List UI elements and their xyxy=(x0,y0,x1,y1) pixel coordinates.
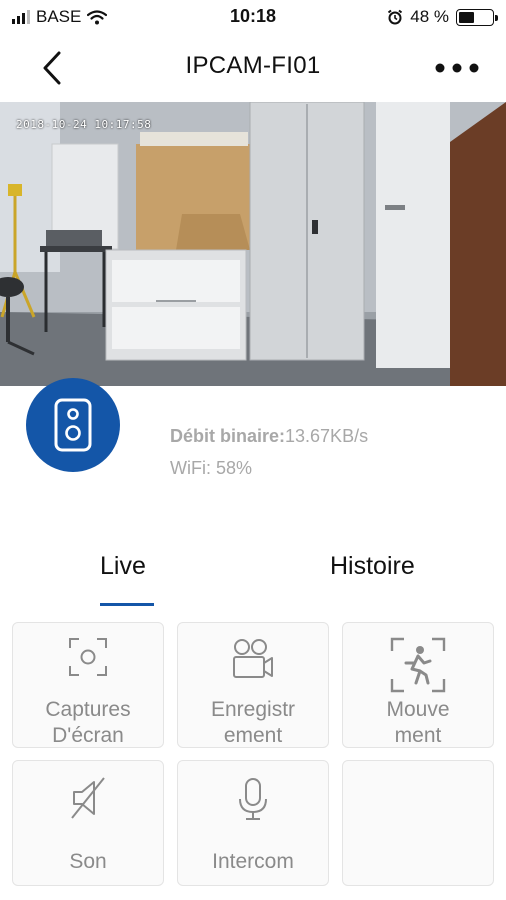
camera-timestamp: 2018-10-24 10:17:58 xyxy=(16,118,152,131)
motion-label: Mouve ment xyxy=(347,697,489,747)
screenshot-icon xyxy=(69,638,107,676)
microphone-icon xyxy=(239,778,267,820)
intercom-label: Intercom xyxy=(212,850,294,873)
record-video-icon xyxy=(233,639,273,678)
device-avatar xyxy=(26,378,120,472)
connection-stats: Débit binaire:13.67KB/s WiFi: 58% xyxy=(170,420,368,484)
record-label-line2: ement xyxy=(223,724,283,747)
active-tab-indicator xyxy=(100,603,154,606)
wifi-row: WiFi: 58% xyxy=(170,452,368,484)
camera-scene-image xyxy=(0,102,506,386)
screenshot-button[interactable]: Captures D'écran xyxy=(12,622,164,748)
tab-history[interactable]: Histoire xyxy=(330,552,415,581)
battery-level xyxy=(459,11,475,23)
status-bar: BASE 10:18 48 % xyxy=(0,0,506,34)
empty-tile xyxy=(342,760,494,886)
more-dots-icon xyxy=(435,63,479,73)
camera-device-icon xyxy=(54,398,92,452)
battery-percent: 48 % xyxy=(410,7,449,26)
intercom-button[interactable]: Intercom xyxy=(177,760,329,886)
record-button[interactable]: Enregistr ement xyxy=(177,622,329,748)
speaker-muted-icon xyxy=(71,777,105,819)
wifi-label: WiFi: xyxy=(170,458,211,478)
bitrate-row: Débit binaire:13.67KB/s xyxy=(170,420,368,452)
screenshot-label: Captures D'écran xyxy=(17,697,159,747)
record-label: Enregistr ement xyxy=(182,697,324,747)
wifi-value: 58% xyxy=(210,458,253,478)
screenshot-label-line2: D'écran xyxy=(52,724,124,747)
camera-live-view[interactable]: 2018-10-24 10:17:58 xyxy=(0,102,506,386)
battery-icon xyxy=(456,8,498,26)
motion-label-line2: ment xyxy=(394,724,442,747)
bitrate-label: Débit binaire: xyxy=(170,426,286,446)
more-options-button[interactable] xyxy=(432,48,482,88)
screenshot-label-line1: Captures xyxy=(45,698,131,721)
motion-detection-icon xyxy=(390,637,446,693)
alarm-icon xyxy=(388,9,403,25)
page-title: IPCAM-FI01 xyxy=(185,52,321,79)
sound-label: Son xyxy=(69,850,107,873)
motion-label-line1: Mouve xyxy=(386,698,450,721)
motion-detection-button[interactable]: Mouve ment xyxy=(342,622,494,748)
battery-group: 48 % xyxy=(387,7,498,27)
bitrate-value: 13.67KB/s xyxy=(285,426,369,446)
sound-toggle-button[interactable]: Son xyxy=(12,760,164,886)
tab-live[interactable]: Live xyxy=(100,552,146,581)
record-label-line1: Enregistr xyxy=(210,698,296,721)
nav-bar: IPCAM-FI01 xyxy=(0,34,506,100)
